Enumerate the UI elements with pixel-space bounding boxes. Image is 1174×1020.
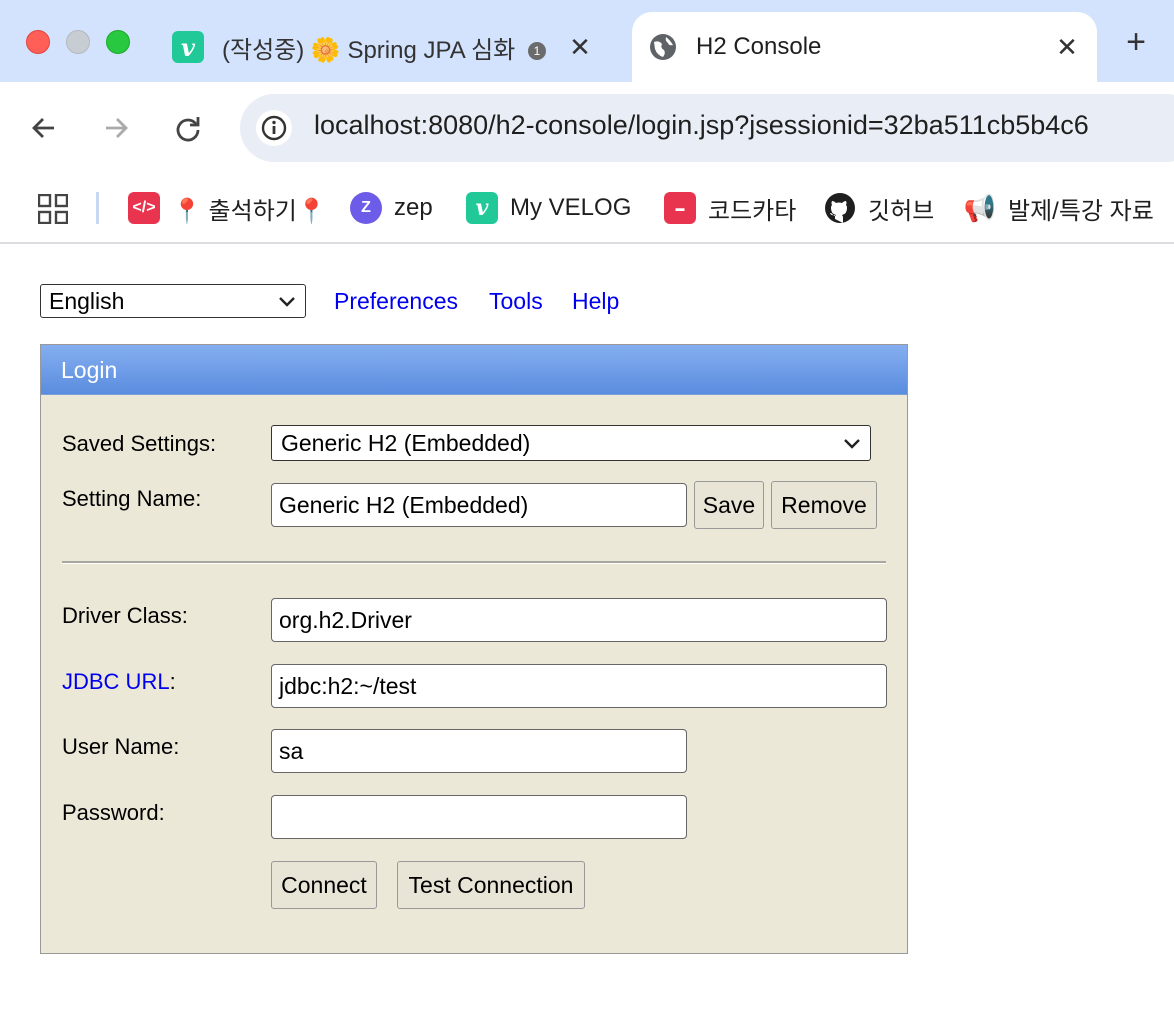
connect-button[interactable]: Connect — [271, 861, 377, 909]
info-icon[interactable] — [256, 110, 292, 146]
bookmark-lecture-materials[interactable]: 📢 발제/특강 자료 — [964, 190, 1154, 226]
jdbc-url-link[interactable]: JDBC URL — [62, 669, 170, 694]
forward-button[interactable] — [98, 110, 134, 146]
arrow-left-icon — [32, 118, 54, 138]
preferences-link[interactable]: Preferences — [334, 288, 458, 315]
chevron-down-icon — [279, 297, 295, 307]
arrow-right-icon — [106, 118, 128, 138]
bookmark-label: 📍 출석하기📍 — [172, 197, 327, 225]
login-header: Login — [41, 345, 907, 395]
tab-title: H2 Console — [696, 33, 822, 60]
password-field[interactable] — [271, 795, 687, 839]
back-button[interactable] — [26, 110, 62, 146]
page-content: English Preferences Tools Help Login Sav… — [0, 244, 1174, 1020]
bookmark-label: 발제/특강 자료 — [1008, 197, 1154, 225]
close-window-button[interactable] — [26, 30, 50, 54]
apps-grid-icon[interactable] — [38, 194, 68, 224]
tab-badge: 1 — [527, 42, 546, 61]
remove-button[interactable]: Remove — [771, 481, 877, 529]
user-name-field[interactable]: sa — [271, 729, 687, 773]
minimize-window-button[interactable] — [66, 30, 90, 54]
login-panel: Login Saved Settings: Generic H2 (Embedd… — [40, 344, 908, 954]
tab-title: (작성중) 🌼 Spring JPA 심화 — [222, 36, 516, 64]
bookmark-label: 코드카타 — [708, 197, 797, 225]
language-value: English — [49, 287, 125, 314]
bookmark-label: zep — [394, 194, 433, 221]
globe-icon — [650, 34, 676, 60]
password-label: Password: — [62, 800, 165, 825]
bookmark-zep[interactable]: Z zep — [350, 190, 433, 226]
close-icon[interactable]: ✕ — [564, 31, 596, 63]
setting-name-label: Setting Name: — [62, 486, 202, 511]
chevron-down-icon — [844, 439, 860, 449]
jdbc-url-field[interactable]: jdbc:h2:~/test — [271, 664, 887, 708]
bookmark-separator — [96, 192, 99, 224]
bookmark-label: 깃허브 — [868, 197, 935, 225]
tab-strip: v (작성중) 🌼 Spring JPA 심화 1 - ✕ H2 Console… — [0, 0, 1174, 82]
close-icon[interactable]: ✕ — [1051, 31, 1083, 63]
tab-h2-console[interactable]: H2 Console ✕ — [632, 12, 1097, 82]
bookmark-label: My VELOG — [510, 194, 632, 221]
saved-settings-value: Generic H2 (Embedded) — [281, 429, 531, 456]
browser-toolbar: localhost:8080/h2-console/login.jsp?jses… — [0, 82, 1174, 174]
address-bar[interactable]: localhost:8080/h2-console/login.jsp?jses… — [240, 94, 1174, 162]
tab-spring-jpa[interactable]: v (작성중) 🌼 Spring JPA 심화 1 - ✕ — [160, 12, 610, 82]
bookmark-my-velog[interactable]: v My VELOG — [466, 190, 631, 226]
driver-class-field[interactable]: org.h2.Driver — [271, 598, 887, 642]
bookmark-github[interactable]: 깃허브 — [824, 190, 934, 226]
user-name-label: User Name: — [62, 734, 180, 759]
velog-icon: v — [466, 192, 498, 224]
github-icon — [825, 193, 855, 223]
bookmarks-bar: </> 📍 출석하기📍 Z zep v My VELOG ▬ 코드카타 깃허브 … — [0, 174, 1174, 244]
code-heart-icon: </> — [128, 192, 160, 224]
url-text[interactable]: localhost:8080/h2-console/login.jsp?jses… — [314, 110, 1089, 141]
save-button[interactable]: Save — [694, 481, 764, 529]
language-select[interactable]: English — [40, 284, 306, 318]
saved-settings-select[interactable]: Generic H2 (Embedded) — [271, 425, 871, 461]
test-connection-button[interactable]: Test Connection — [397, 861, 585, 909]
bookmark-attendance[interactable]: </> 📍 출석하기📍 — [128, 190, 327, 226]
megaphone-icon: 📢 — [963, 192, 997, 223]
jdbc-url-label: JDBC URL: — [62, 669, 176, 695]
reload-button[interactable] — [170, 110, 206, 146]
driver-class-label: Driver Class: — [62, 603, 188, 628]
maximize-window-button[interactable] — [106, 30, 130, 54]
setting-name-field[interactable]: Generic H2 (Embedded) — [271, 483, 687, 527]
jdbc-url-colon: : — [169, 669, 176, 694]
reload-icon — [176, 117, 200, 142]
bookmark-codekata[interactable]: ▬ 코드카타 — [664, 190, 796, 226]
divider — [62, 561, 886, 564]
tools-link[interactable]: Tools — [489, 288, 543, 315]
saved-settings-label: Saved Settings: — [62, 431, 217, 456]
zep-icon: Z — [350, 192, 382, 224]
velog-icon: v — [172, 31, 204, 63]
new-tab-button[interactable]: + — [1118, 23, 1154, 61]
help-link[interactable]: Help — [572, 288, 619, 315]
sparta-icon: ▬ — [664, 192, 696, 224]
